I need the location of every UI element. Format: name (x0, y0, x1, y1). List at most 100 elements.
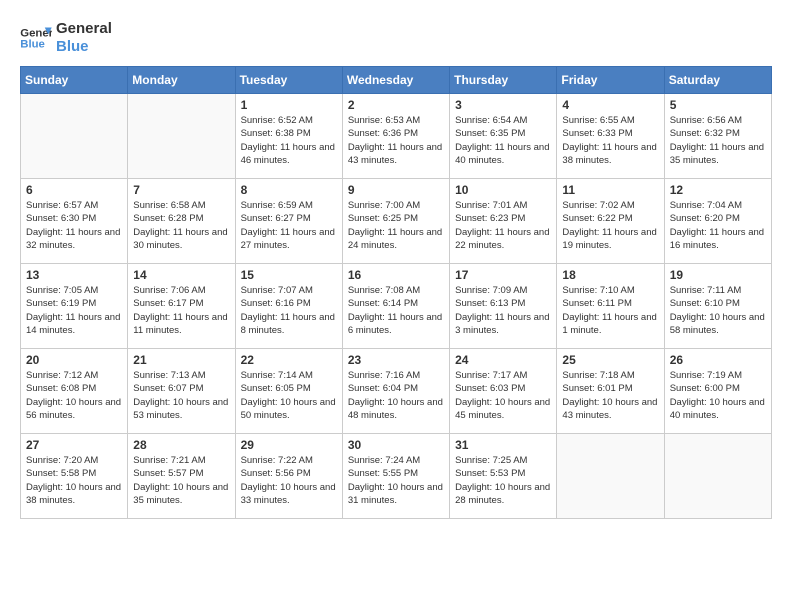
weekday-header: Monday (128, 67, 235, 94)
day-info: Sunrise: 7:02 AM Sunset: 6:22 PM Dayligh… (562, 199, 658, 252)
logo-icon: General Blue (20, 24, 52, 52)
day-number: 26 (670, 353, 766, 367)
calendar-cell: 6 Sunrise: 6:57 AM Sunset: 6:30 PM Daylig… (21, 179, 128, 264)
day-number: 14 (133, 268, 229, 282)
calendar-cell: 18 Sunrise: 7:10 AM Sunset: 6:11 PM Dayli… (557, 264, 664, 349)
calendar-cell: 29 Sunrise: 7:22 AM Sunset: 5:56 PM Dayli… (235, 434, 342, 519)
day-number: 19 (670, 268, 766, 282)
day-number: 18 (562, 268, 658, 282)
calendar-cell: 26 Sunrise: 7:19 AM Sunset: 6:00 PM Dayli… (664, 349, 771, 434)
day-number: 31 (455, 438, 551, 452)
day-info: Sunrise: 7:19 AM Sunset: 6:00 PM Dayligh… (670, 369, 766, 422)
day-info: Sunrise: 7:05 AM Sunset: 6:19 PM Dayligh… (26, 284, 122, 337)
day-number: 24 (455, 353, 551, 367)
day-info: Sunrise: 6:59 AM Sunset: 6:27 PM Dayligh… (241, 199, 337, 252)
day-number: 1 (241, 98, 337, 112)
day-number: 9 (348, 183, 444, 197)
calendar-cell: 25 Sunrise: 7:18 AM Sunset: 6:01 PM Dayli… (557, 349, 664, 434)
calendar-cell: 14 Sunrise: 7:06 AM Sunset: 6:17 PM Dayli… (128, 264, 235, 349)
calendar-cell: 24Sunrise: 7:17 AM Sunset: 6:03 PM Dayli… (450, 349, 557, 434)
day-number: 22 (241, 353, 337, 367)
weekday-header: Thursday (450, 67, 557, 94)
day-number: 7 (133, 183, 229, 197)
day-info: Sunrise: 7:07 AM Sunset: 6:16 PM Dayligh… (241, 284, 337, 337)
day-info: Sunrise: 7:04 AM Sunset: 6:20 PM Dayligh… (670, 199, 766, 252)
calendar-cell: 19 Sunrise: 7:11 AM Sunset: 6:10 PM Dayli… (664, 264, 771, 349)
day-info: Sunrise: 7:10 AM Sunset: 6:11 PM Dayligh… (562, 284, 658, 337)
calendar-cell: 7Sunrise: 6:58 AM Sunset: 6:28 PM Daylig… (128, 179, 235, 264)
day-info: Sunrise: 6:55 AM Sunset: 6:33 PM Dayligh… (562, 114, 658, 167)
day-number: 25 (562, 353, 658, 367)
day-number: 13 (26, 268, 122, 282)
day-info: Sunrise: 7:22 AM Sunset: 5:56 PM Dayligh… (241, 454, 337, 507)
weekday-header: Tuesday (235, 67, 342, 94)
calendar-cell: 17Sunrise: 7:09 AM Sunset: 6:13 PM Dayli… (450, 264, 557, 349)
day-info: Sunrise: 6:53 AM Sunset: 6:36 PM Dayligh… (348, 114, 444, 167)
day-number: 3 (455, 98, 551, 112)
day-info: Sunrise: 7:21 AM Sunset: 5:57 PM Dayligh… (133, 454, 229, 507)
day-number: 29 (241, 438, 337, 452)
day-info: Sunrise: 7:12 AM Sunset: 6:08 PM Dayligh… (26, 369, 122, 422)
day-info: Sunrise: 6:52 AM Sunset: 6:38 PM Dayligh… (241, 114, 337, 167)
calendar-cell: 20 Sunrise: 7:12 AM Sunset: 6:08 PM Dayli… (21, 349, 128, 434)
svg-text:Blue: Blue (20, 39, 45, 51)
calendar-cell: 5 Sunrise: 6:56 AM Sunset: 6:32 PM Daylig… (664, 94, 771, 179)
day-number: 6 (26, 183, 122, 197)
calendar-cell: 31 Sunrise: 7:25 AM Sunset: 5:53 PM Dayli… (450, 434, 557, 519)
day-info: Sunrise: 7:06 AM Sunset: 6:17 PM Dayligh… (133, 284, 229, 337)
day-number: 28 (133, 438, 229, 452)
calendar-cell (664, 434, 771, 519)
day-info: Sunrise: 7:18 AM Sunset: 6:01 PM Dayligh… (562, 369, 658, 422)
day-info: Sunrise: 7:20 AM Sunset: 5:58 PM Dayligh… (26, 454, 122, 507)
calendar-cell: 11 Sunrise: 7:02 AM Sunset: 6:22 PM Dayli… (557, 179, 664, 264)
day-number: 12 (670, 183, 766, 197)
logo-subtext: Blue (56, 38, 112, 56)
calendar-cell: 15 Sunrise: 7:07 AM Sunset: 6:16 PM Dayli… (235, 264, 342, 349)
day-number: 20 (26, 353, 122, 367)
calendar-cell: 4 Sunrise: 6:55 AM Sunset: 6:33 PM Daylig… (557, 94, 664, 179)
weekday-header: Friday (557, 67, 664, 94)
calendar-cell: 27 Sunrise: 7:20 AM Sunset: 5:58 PM Dayli… (21, 434, 128, 519)
day-number: 10 (455, 183, 551, 197)
day-number: 27 (26, 438, 122, 452)
calendar-cell: 12 Sunrise: 7:04 AM Sunset: 6:20 PM Dayli… (664, 179, 771, 264)
day-number: 4 (562, 98, 658, 112)
day-number: 11 (562, 183, 658, 197)
day-number: 15 (241, 268, 337, 282)
day-info: Sunrise: 7:08 AM Sunset: 6:14 PM Dayligh… (348, 284, 444, 337)
calendar-cell: 3 Sunrise: 6:54 AM Sunset: 6:35 PM Daylig… (450, 94, 557, 179)
calendar-cell (557, 434, 664, 519)
day-info: Sunrise: 7:14 AM Sunset: 6:05 PM Dayligh… (241, 369, 337, 422)
calendar-cell: 1 Sunrise: 6:52 AM Sunset: 6:38 PM Daylig… (235, 94, 342, 179)
day-info: Sunrise: 6:54 AM Sunset: 6:35 PM Dayligh… (455, 114, 551, 167)
calendar-cell: 8 Sunrise: 6:59 AM Sunset: 6:27 PM Daylig… (235, 179, 342, 264)
day-number: 8 (241, 183, 337, 197)
calendar-cell: 22 Sunrise: 7:14 AM Sunset: 6:05 PM Dayli… (235, 349, 342, 434)
calendar-cell (128, 94, 235, 179)
calendar-cell: 2 Sunrise: 6:53 AM Sunset: 6:36 PM Daylig… (342, 94, 449, 179)
calendar-table: SundayMondayTuesdayWednesdayThursdayFrid… (20, 66, 772, 519)
day-info: Sunrise: 7:25 AM Sunset: 5:53 PM Dayligh… (455, 454, 551, 507)
day-number: 2 (348, 98, 444, 112)
calendar-cell: 13 Sunrise: 7:05 AM Sunset: 6:19 PM Dayli… (21, 264, 128, 349)
day-info: Sunrise: 7:16 AM Sunset: 6:04 PM Dayligh… (348, 369, 444, 422)
page-header: General Blue General Blue (20, 20, 772, 56)
day-info: Sunrise: 6:57 AM Sunset: 6:30 PM Dayligh… (26, 199, 122, 252)
day-number: 5 (670, 98, 766, 112)
calendar-cell: 23 Sunrise: 7:16 AM Sunset: 6:04 PM Dayli… (342, 349, 449, 434)
day-number: 23 (348, 353, 444, 367)
weekday-header: Wednesday (342, 67, 449, 94)
day-info: Sunrise: 6:56 AM Sunset: 6:32 PM Dayligh… (670, 114, 766, 167)
day-info: Sunrise: 7:09 AM Sunset: 6:13 PM Dayligh… (455, 284, 551, 337)
day-info: Sunrise: 7:01 AM Sunset: 6:23 PM Dayligh… (455, 199, 551, 252)
logo: General Blue General Blue (20, 20, 112, 56)
calendar-cell (21, 94, 128, 179)
day-number: 30 (348, 438, 444, 452)
day-info: Sunrise: 7:11 AM Sunset: 6:10 PM Dayligh… (670, 284, 766, 337)
calendar-cell: 21Sunrise: 7:13 AM Sunset: 6:07 PM Dayli… (128, 349, 235, 434)
calendar-cell: 9Sunrise: 7:00 AM Sunset: 6:25 PM Daylig… (342, 179, 449, 264)
weekday-header: Sunday (21, 67, 128, 94)
calendar-cell: 10 Sunrise: 7:01 AM Sunset: 6:23 PM Dayli… (450, 179, 557, 264)
day-number: 21 (133, 353, 229, 367)
logo-text: General (56, 20, 112, 38)
